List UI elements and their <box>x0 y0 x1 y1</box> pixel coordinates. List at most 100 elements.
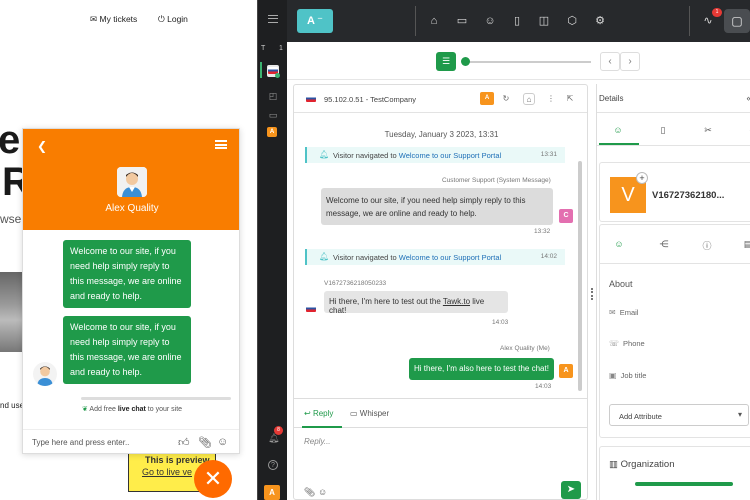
widget-scrollbar[interactable] <box>81 397 231 400</box>
collapse-icon[interactable]: « <box>742 93 750 103</box>
bell-icon: 🔔︎ <box>319 150 330 159</box>
background-heading-letter: e <box>0 118 21 162</box>
emoji-icon[interactable]: ☺ <box>318 487 327 497</box>
power-icon: ⏻ <box>158 14 165 24</box>
gear-icon[interactable]: ⚙ <box>593 14 607 28</box>
settings-icon[interactable]: ◌ <box>745 125 750 135</box>
agent-tab[interactable]: A <box>267 126 277 137</box>
dashboard-topbar: A ⁻ ⌂ ▭ ☺ ▯ ◫ ⬡ ⚙ ∿ 1 ▢ <box>287 0 750 42</box>
envelope-icon: ✉ <box>609 308 616 317</box>
panel-resize-handle[interactable] <box>591 288 593 300</box>
scissors-icon[interactable]: ✂ <box>701 125 715 136</box>
my-avatar: A <box>559 364 573 378</box>
visitor-label: V1672736218050233 <box>324 280 387 287</box>
home-icon[interactable]: ⌂ <box>427 14 441 28</box>
tab-whisper[interactable]: ▭ Whisper <box>350 409 389 418</box>
my-message-bubble: Hi there, I'm also here to test the chat… <box>409 358 554 380</box>
agent-avatar-small <box>33 362 57 386</box>
close-widget-button[interactable]: ✕ <box>194 460 232 498</box>
visitors-icon[interactable]: ◰ <box>268 91 278 101</box>
send-button[interactable]: ➤ <box>561 481 581 499</box>
background-text: wse <box>0 212 22 226</box>
paperclip-icon[interactable]: 📎︎ <box>198 436 212 449</box>
website-nav: ✉ My tickets ⏻ Login <box>0 14 257 28</box>
system-avatar: C <box>559 209 573 223</box>
notification-count: 8 <box>274 426 283 435</box>
chat-toolbar: ☰ ‹ › <box>287 42 750 80</box>
widget-branding[interactable]: ❦ Add free live chat to your site <box>23 405 239 421</box>
message-time: 14:03 <box>535 383 552 390</box>
chat-scrollbar[interactable] <box>578 161 582 391</box>
login-link[interactable]: ⏻ Login <box>158 14 188 25</box>
timeline-slider-track[interactable] <box>463 61 591 63</box>
next-chat-button[interactable]: › <box>620 52 640 71</box>
page-link[interactable]: Welcome to our Support Portal <box>399 151 501 160</box>
contacts-icon[interactable]: ☺ <box>483 14 497 28</box>
app-root: ✉ My tickets ⏻ Login e R wse nd use This… <box>0 0 750 500</box>
chat-date: Tuesday, January 3 2023, 13:31 <box>384 130 499 139</box>
whisper-icon: ▭ <box>350 409 358 418</box>
timeline-toggle-button[interactable]: ☰ <box>436 52 456 71</box>
event-time: 13:31 <box>540 151 557 158</box>
visitor-card: V + V16727362180... <box>599 162 750 222</box>
divider <box>600 263 750 264</box>
agent-name: Alex Quality <box>105 203 159 214</box>
active-tab-underline <box>302 426 342 428</box>
previous-chat-button[interactable]: ‹ <box>600 52 620 71</box>
tab-reply[interactable]: ↩ Reply <box>304 409 333 418</box>
back-arrow-icon[interactable]: ❮ <box>37 139 47 153</box>
my-tickets-link[interactable]: ✉ My tickets <box>90 14 137 25</box>
assigned-agent-badge[interactable]: A <box>480 92 494 105</box>
add-attribute-dropdown[interactable]: Add Attribute ▾ <box>609 404 749 426</box>
reply-input[interactable]: Reply... <box>304 437 331 446</box>
person-icon[interactable]: ☺ <box>611 125 625 135</box>
notes-icon[interactable]: ▤ <box>741 239 750 250</box>
inbox-icon[interactable]: ▭ <box>455 14 469 28</box>
background-text: nd use <box>0 401 25 410</box>
user-avatar-button[interactable]: A <box>264 485 280 500</box>
user-avatar: A <box>264 485 280 500</box>
person-icon[interactable]: ☺ <box>612 239 626 249</box>
person-icon <box>117 167 147 197</box>
info-icon[interactable]: ⓘ <box>700 239 714 252</box>
chevron-right-icon: › <box>628 56 632 67</box>
me-label: Alex Quality (Me) <box>500 345 550 352</box>
go-live-link[interactable]: Go to live ve <box>142 467 192 477</box>
chat-title: 95.102.0.51 - TestCompany <box>324 95 417 104</box>
paperclip-icon[interactable]: 📎︎ <box>304 487 315 498</box>
addons-icon[interactable]: ⬡ <box>565 14 579 28</box>
thumbs-up-icon[interactable]: 👍︎ <box>178 436 190 449</box>
chat-panel-button[interactable]: ▢ <box>724 9 750 33</box>
job-title-field[interactable]: ▣ Job title <box>609 371 646 380</box>
phone-field[interactable]: ☏ Phone <box>609 339 645 348</box>
organization-action-button[interactable] <box>635 482 733 486</box>
agent-avatar <box>117 167 147 197</box>
help-icon[interactable]: ? <box>268 460 278 470</box>
widget-message-input[interactable]: Type here and press enter.. 👍︎ 📎︎ ☺ <box>23 429 239 453</box>
add-icon[interactable]: + <box>636 172 648 184</box>
visitor-flag-tab[interactable] <box>267 65 280 78</box>
app-logo[interactable]: A ⁻ <box>297 9 333 33</box>
hamburger-menu-icon[interactable] <box>215 140 227 149</box>
visitor-name[interactable]: V16727362180... <box>652 190 724 201</box>
timeline-slider-thumb[interactable] <box>461 57 470 66</box>
more-options-icon[interactable]: ⋮ <box>545 93 557 105</box>
dashboard-sidebar: T 1 ◰ ▭ A 🔔︎ 8 ? A <box>257 0 287 500</box>
details-tabs: ☺ ▯ ✂ ◌ <box>597 112 750 146</box>
email-field[interactable]: ✉ Email <box>609 308 638 317</box>
briefcase-icon: ▣ <box>609 371 617 380</box>
tag-icon[interactable]: ⌂ <box>523 93 535 105</box>
emoji-icon[interactable]: ☺ <box>217 436 228 448</box>
divider <box>689 6 690 36</box>
list-icon: ☰ <box>441 56 451 66</box>
transfer-icon[interactable]: ↻ <box>500 93 512 105</box>
page-link[interactable]: Welcome to our Support Portal <box>399 253 501 262</box>
popout-icon[interactable]: ⇱ <box>564 93 576 105</box>
message-time: 13:32 <box>534 228 551 235</box>
hamburger-menu-icon[interactable] <box>268 15 278 23</box>
reports-icon[interactable]: ◫ <box>537 14 551 28</box>
book-icon[interactable]: ▯ <box>656 125 670 136</box>
share-icon[interactable]: ⋲ <box>657 239 671 250</box>
chat-bubble-icon[interactable]: ▭ <box>268 110 278 120</box>
knowledge-base-icon[interactable]: ▯ <box>510 14 524 28</box>
